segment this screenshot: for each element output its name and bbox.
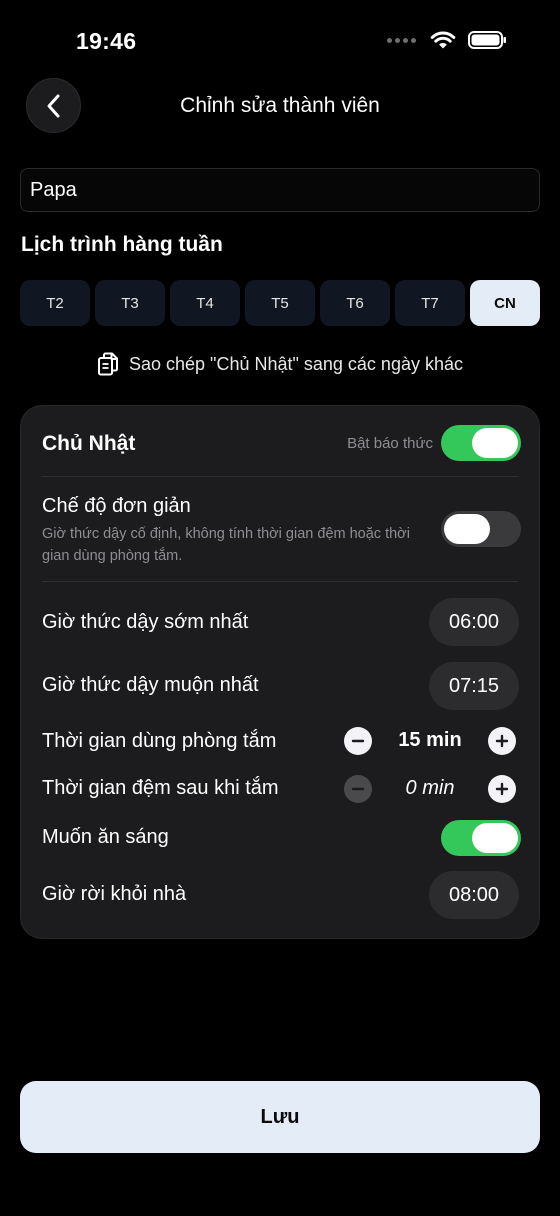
alarm-toggle[interactable]: [441, 425, 521, 461]
day-tab-t3[interactable]: T3: [95, 280, 165, 326]
buffer-increase-button[interactable]: [488, 775, 516, 803]
simple-mode-description: Giờ thức dậy cố định, không tính thời gi…: [42, 526, 410, 564]
bathroom-decrease-button[interactable]: [344, 727, 372, 755]
save-button[interactable]: Lưu: [20, 1081, 540, 1153]
copy-day-label: Sao chép "Chủ Nhật" sang các ngày khác: [129, 353, 463, 374]
plus-icon: [495, 734, 509, 748]
buffer-time-label: Thời gian đệm sau khi tắm: [42, 777, 279, 799]
copy-icon: [98, 352, 118, 376]
alarm-toggle-label: Bật báo thức: [347, 435, 433, 452]
minus-icon: [351, 739, 365, 743]
earliest-wake-time-button[interactable]: 06:00: [429, 598, 519, 646]
leave-home-label: Giờ rời khỏi nhà: [42, 883, 187, 905]
toggle-knob: [472, 428, 518, 458]
member-name-input[interactable]: [20, 168, 540, 212]
minus-icon: [351, 787, 365, 791]
wifi-icon: [430, 31, 456, 49]
day-settings-card: Chủ Nhật Bật báo thức Chế độ đơn giản Gi…: [20, 405, 540, 939]
bathroom-time-value: 15 min: [398, 729, 462, 751]
card-day-title: Chủ Nhật: [42, 432, 136, 455]
page-title: Chỉnh sửa thành viên: [180, 94, 380, 117]
buffer-decrease-button[interactable]: [344, 775, 372, 803]
toggle-knob: [444, 514, 490, 544]
breakfast-toggle[interactable]: [441, 820, 521, 856]
cellular-signal-icon: [387, 37, 416, 43]
weekly-schedule-title: Lịch trình hàng tuần: [21, 233, 223, 256]
status-bar: 19:46: [0, 0, 560, 80]
bathroom-time-label: Thời gian dùng phòng tắm: [42, 730, 277, 752]
day-tab-t4[interactable]: T4: [170, 280, 240, 326]
header: Chỉnh sửa thành viên: [0, 78, 560, 136]
latest-wake-time-button[interactable]: 07:15: [429, 662, 519, 710]
copy-day-button[interactable]: Sao chép "Chủ Nhật" sang các ngày khác: [0, 352, 560, 376]
simple-mode-title: Chế độ đơn giản: [42, 495, 191, 517]
day-selector: T2 T3 T4 T5 T6 T7 CN: [20, 280, 540, 326]
day-tab-t6[interactable]: T6: [320, 280, 390, 326]
status-icons: [387, 30, 508, 50]
simple-mode-toggle[interactable]: [441, 511, 521, 547]
status-time: 19:46: [76, 28, 137, 54]
bathroom-increase-button[interactable]: [488, 727, 516, 755]
day-tab-t5[interactable]: T5: [245, 280, 315, 326]
breakfast-label: Muốn ăn sáng: [42, 826, 169, 848]
divider: [42, 581, 518, 582]
divider: [42, 476, 518, 477]
buffer-time-value: 0 min: [405, 777, 455, 799]
day-tab-cn[interactable]: CN: [470, 280, 540, 326]
leave-home-time-button[interactable]: 08:00: [429, 871, 519, 919]
plus-icon: [495, 782, 509, 796]
battery-icon: [468, 31, 506, 49]
earliest-wake-label: Giờ thức dậy sớm nhất: [42, 611, 249, 633]
toggle-knob: [472, 823, 518, 853]
day-tab-t2[interactable]: T2: [20, 280, 90, 326]
latest-wake-label: Giờ thức dậy muộn nhất: [42, 674, 259, 696]
day-tab-t7[interactable]: T7: [395, 280, 465, 326]
